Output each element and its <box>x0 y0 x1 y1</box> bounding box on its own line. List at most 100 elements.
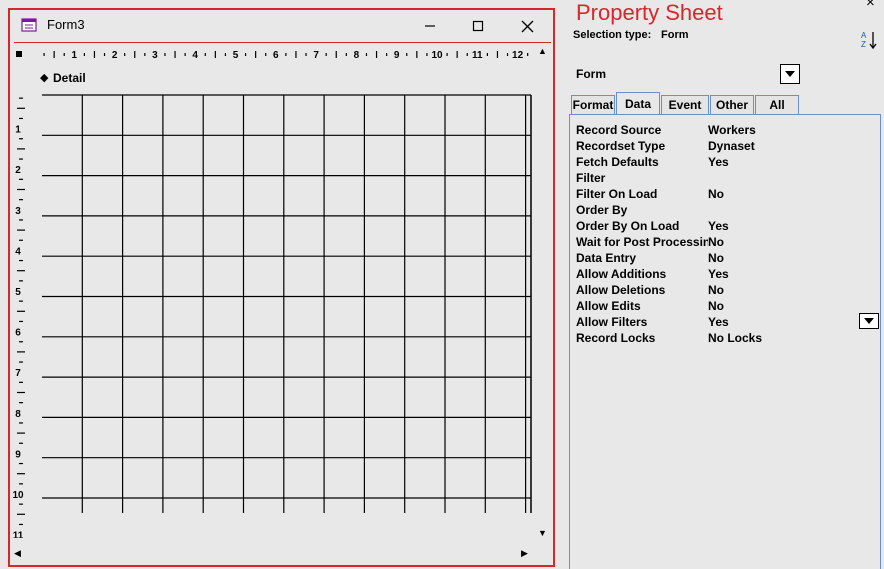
tab-event[interactable]: Event <box>661 95 709 114</box>
ruler-label: 6 <box>15 328 21 339</box>
property-value[interactable]: Dynaset <box>708 139 755 153</box>
title-divider <box>14 42 551 43</box>
property-value[interactable]: Yes <box>708 315 729 329</box>
ruler-tick <box>17 270 25 272</box>
property-name: Record Locks <box>576 331 656 345</box>
detail-section-label: Detail <box>53 71 86 85</box>
ruler-label: 10 <box>431 50 443 61</box>
ruler-tick <box>19 442 23 444</box>
ruler-tick <box>19 381 23 383</box>
property-list-panel: Record Source Workers Recordset Type Dynase… <box>569 114 881 569</box>
ruler-label: 2 <box>112 50 118 61</box>
ruler-tick <box>124 53 126 56</box>
property-value[interactable]: Yes <box>708 267 729 281</box>
property-row[interactable]: Fetch Defaults Yes <box>576 155 876 171</box>
selection-type-label: Selection type: <box>573 29 652 41</box>
ruler-label: 4 <box>15 246 21 257</box>
form-design-window: Form3 1 2 3 4 5 6 7 8 9 10 11 12 ◆ Detail 123456789… <box>8 8 555 567</box>
property-value[interactable]: Yes <box>708 219 729 233</box>
property-row[interactable]: Record Locks No Locks <box>576 331 876 347</box>
ruler-tick <box>19 462 23 465</box>
property-value[interactable]: No Locks <box>708 331 762 345</box>
ruler-tick <box>506 53 509 56</box>
property-row[interactable]: Order By <box>576 203 876 219</box>
maximize-button[interactable] <box>463 14 493 38</box>
property-sheet-close-icon[interactable]: × <box>866 0 875 11</box>
minimize-button[interactable] <box>415 14 445 38</box>
property-value[interactable]: Workers <box>708 123 756 137</box>
property-row[interactable]: Recordset Type Dynaset <box>576 139 876 155</box>
ruler-tick <box>17 107 25 109</box>
property-row[interactable]: Allow Edits No <box>576 299 876 315</box>
scroll-right-arrow-icon[interactable]: ▶ <box>521 548 528 559</box>
property-row[interactable]: Allow Filters Yes <box>576 315 876 331</box>
maximize-icon <box>472 20 484 32</box>
vertical-ruler[interactable]: 1 2 3 4 5 6 7 8 9 10 11 <box>10 88 34 538</box>
ruler-tick <box>93 51 96 58</box>
property-row[interactable]: Order By On Load Yes <box>576 219 876 235</box>
ruler-tick <box>17 432 25 434</box>
object-selector-dropdown[interactable] <box>780 64 800 84</box>
horizontal-ruler[interactable]: 1 2 3 4 5 6 7 8 9 10 11 12 <box>10 46 555 64</box>
ruler-tick <box>335 51 337 58</box>
property-name: Wait for Post Processing <box>576 235 708 249</box>
ruler-tick <box>164 53 166 56</box>
ruler-tick <box>19 503 23 505</box>
tab-format[interactable]: Format <box>571 95 615 114</box>
ruler-tick <box>527 53 529 56</box>
tab-other[interactable]: Other <box>710 95 754 114</box>
ruler-tick <box>103 53 106 56</box>
form-title-bar[interactable]: Form3 <box>10 10 553 42</box>
ruler-tick <box>53 51 55 58</box>
property-row[interactable]: Filter On Load No <box>576 187 876 203</box>
property-name: Allow Deletions <box>576 283 666 297</box>
ruler-tick <box>19 320 23 323</box>
ruler-label: 8 <box>354 50 360 61</box>
property-row[interactable]: Allow Deletions No <box>576 283 876 299</box>
property-value-dropdown[interactable] <box>859 313 879 329</box>
property-value[interactable]: Yes <box>708 155 729 169</box>
ruler-label: 7 <box>313 50 319 61</box>
tab-all[interactable]: All <box>755 95 799 114</box>
scroll-up-arrow-icon[interactable]: ▲ <box>538 46 547 56</box>
property-name: Allow Edits <box>576 299 641 313</box>
property-value[interactable]: No <box>708 283 724 297</box>
property-row[interactable]: Allow Additions Yes <box>576 267 876 283</box>
property-name: Order By <box>576 203 628 217</box>
tab-data[interactable]: Data <box>616 92 660 115</box>
ruler-tick <box>17 391 25 394</box>
property-name: Allow Additions <box>576 267 667 281</box>
property-row[interactable]: Wait for Post Processing No <box>576 235 876 251</box>
property-row[interactable]: Data Entry No <box>576 251 876 267</box>
ruler-tick <box>17 513 25 515</box>
property-value[interactable]: No <box>708 235 724 249</box>
ruler-label: 4 <box>192 50 198 61</box>
property-sheet-title: Property Sheet <box>576 0 723 25</box>
ruler-tick <box>19 341 23 343</box>
ruler-tick <box>19 199 23 201</box>
property-value[interactable]: No <box>708 299 724 313</box>
close-button[interactable] <box>512 14 542 38</box>
property-value[interactable]: No <box>708 187 724 201</box>
ruler-tick <box>19 280 23 282</box>
ruler-label: 8 <box>15 409 21 420</box>
property-row[interactable]: Filter <box>576 171 876 187</box>
section-arrow-icon: ◆ <box>40 72 49 84</box>
ruler-tick <box>63 53 65 56</box>
object-selector-value: Form <box>576 67 606 81</box>
ruler-tick <box>19 402 23 404</box>
property-value[interactable]: No <box>708 251 724 265</box>
sort-az-icon[interactable]: A Z <box>860 30 878 50</box>
detail-grid[interactable] <box>34 88 534 513</box>
svg-text:A: A <box>861 31 867 40</box>
detail-section-bar[interactable]: ◆ Detail <box>34 68 534 88</box>
ruler-tick <box>345 53 347 56</box>
scroll-down-arrow-icon[interactable]: ▼ <box>538 528 547 538</box>
property-name: Order By On Load <box>576 219 680 233</box>
ruler-tick <box>426 53 428 56</box>
ruler-tick <box>19 178 23 180</box>
scroll-left-arrow-icon[interactable]: ◀ <box>14 548 21 559</box>
property-name: Fetch Defaults <box>576 155 659 169</box>
property-row[interactable]: Record Source Workers <box>576 123 876 139</box>
ruler-tick <box>386 53 388 56</box>
